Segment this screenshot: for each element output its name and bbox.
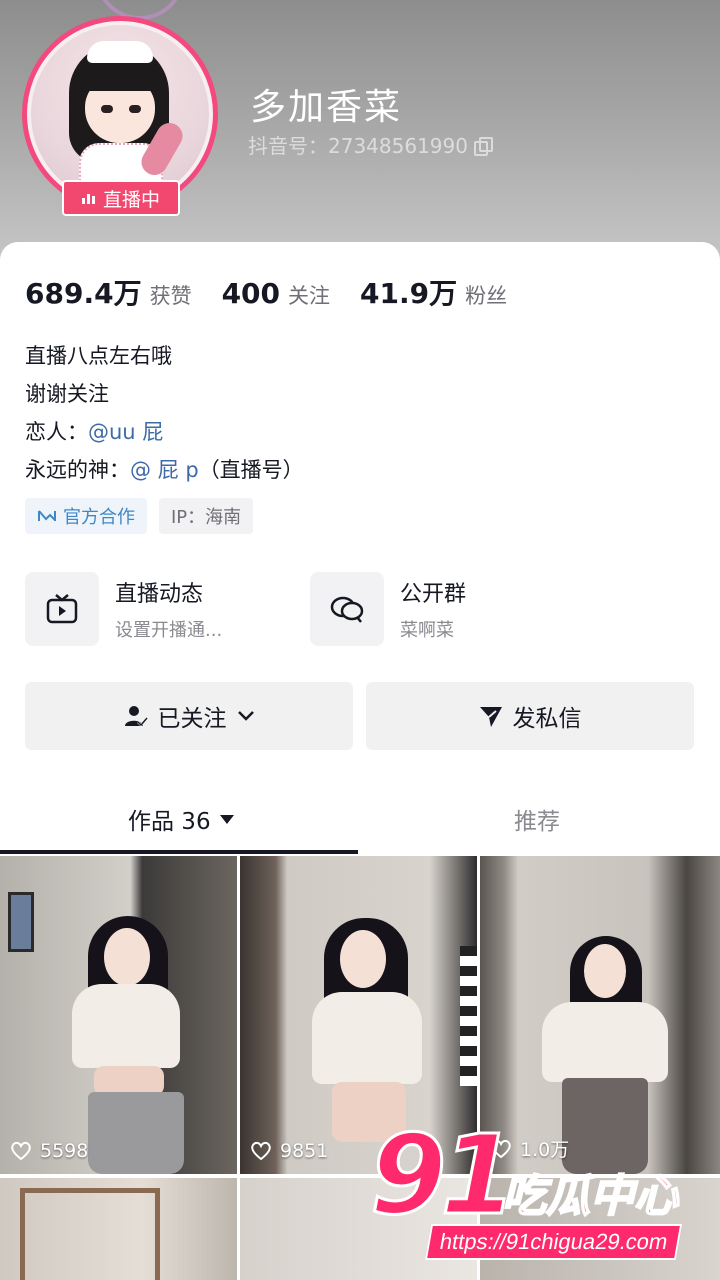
feature-title: 公开群	[400, 582, 467, 607]
stats-row: 689.4万 获赞 400 关注 41.9万 粉丝	[25, 272, 507, 312]
profile-tags: 官方合作 IP：海南	[25, 498, 254, 534]
stat-value: 400	[221, 277, 281, 310]
profile-nickname: 多加香菜	[250, 87, 403, 128]
bio-line: 谢谢关注	[25, 382, 109, 406]
tag-label: 官方合作	[63, 507, 135, 528]
following-button-label: 已关注	[157, 706, 227, 732]
avatar-image	[31, 25, 209, 203]
official-cooperation-tag[interactable]: 官方合作	[25, 498, 147, 534]
copy-icon[interactable]	[473, 136, 493, 156]
stat-likes: 689.4万 获赞	[25, 272, 192, 312]
feature-title: 直播动态	[115, 582, 204, 607]
stat-label: 关注	[288, 284, 331, 308]
tag-label: IP：海南	[171, 507, 242, 528]
stat-following[interactable]: 400 关注	[222, 277, 330, 310]
chevron-down-icon	[237, 711, 254, 721]
watermark-url: https://91chigua29.com	[424, 1224, 683, 1260]
feature-subtitle: 设置开播通...	[115, 620, 223, 641]
bio-line: 永远的神：@ 屁 p（直播号）	[25, 451, 304, 489]
heart-icon	[251, 1141, 271, 1161]
stat-value: 41.9万	[360, 277, 458, 310]
triangle-down-icon	[219, 815, 234, 824]
douyin-id[interactable]: 抖音号：27348561990	[248, 130, 493, 159]
watermark-brand: 吃瓜中心	[501, 1170, 679, 1223]
handshake-icon	[38, 510, 56, 521]
video-likes: 5598	[10, 1140, 88, 1162]
video-likes: 9851	[250, 1140, 328, 1162]
stat-label: 获赞	[149, 284, 192, 308]
video-thumbnail[interactable]	[0, 1178, 237, 1280]
heart-icon	[11, 1141, 31, 1161]
bio-prefix: 恋人：	[25, 420, 88, 444]
like-count: 9851	[280, 1140, 329, 1162]
stat-label: 粉丝	[465, 284, 508, 308]
bio-suffix: （直播号）	[198, 458, 304, 482]
stat-followers[interactable]: 41.9万 粉丝	[360, 272, 507, 312]
video-thumbnail[interactable]: 5598	[0, 856, 237, 1174]
feature-subtitle: 菜啊菜	[400, 620, 454, 641]
chat-group-icon	[310, 572, 384, 646]
profile-bio: 直播八点左右哦 谢谢关注 恋人：@uu 屁 永远的神：@ 屁 p（直播号）	[25, 337, 304, 489]
bio-line: 直播八点左右哦	[25, 344, 172, 368]
douyin-id-text: 抖音号：27348561990	[248, 134, 468, 158]
tv-icon	[25, 572, 99, 646]
live-bars-icon	[81, 192, 95, 204]
watermark-number: 91	[368, 1111, 518, 1239]
ip-location-tag: IP：海南	[159, 498, 254, 534]
following-button[interactable]: 已关注	[25, 682, 353, 750]
like-count: 5598	[40, 1140, 89, 1162]
tab-works-label: 作品 36	[128, 809, 211, 835]
site-watermark: 91 吃瓜中心 https://91chigua29.com	[368, 1111, 715, 1270]
stat-value: 689.4万	[25, 277, 142, 310]
tab-works[interactable]: 作品 36	[128, 802, 235, 836]
tab-recommend[interactable]: 推荐	[514, 802, 560, 836]
public-group-entry[interactable]: 公开群 菜啊菜	[310, 572, 466, 646]
bio-prefix: 永远的神：	[25, 458, 130, 482]
bio-mention-link[interactable]: @ 屁 p	[130, 458, 199, 482]
live-badge[interactable]: 直播中	[62, 180, 180, 216]
user-check-icon	[124, 706, 148, 727]
live-badge-label: 直播中	[102, 188, 160, 211]
bio-line: 恋人：@uu 屁	[25, 413, 304, 451]
tab-active-indicator	[0, 850, 358, 854]
send-message-label: 发私信	[512, 706, 582, 732]
send-icon	[479, 707, 502, 727]
bio-mention-link[interactable]: @uu 屁	[88, 420, 163, 444]
send-message-button[interactable]: 发私信	[366, 682, 694, 750]
live-dynamics-entry[interactable]: 直播动态 设置开播通...	[25, 572, 222, 646]
